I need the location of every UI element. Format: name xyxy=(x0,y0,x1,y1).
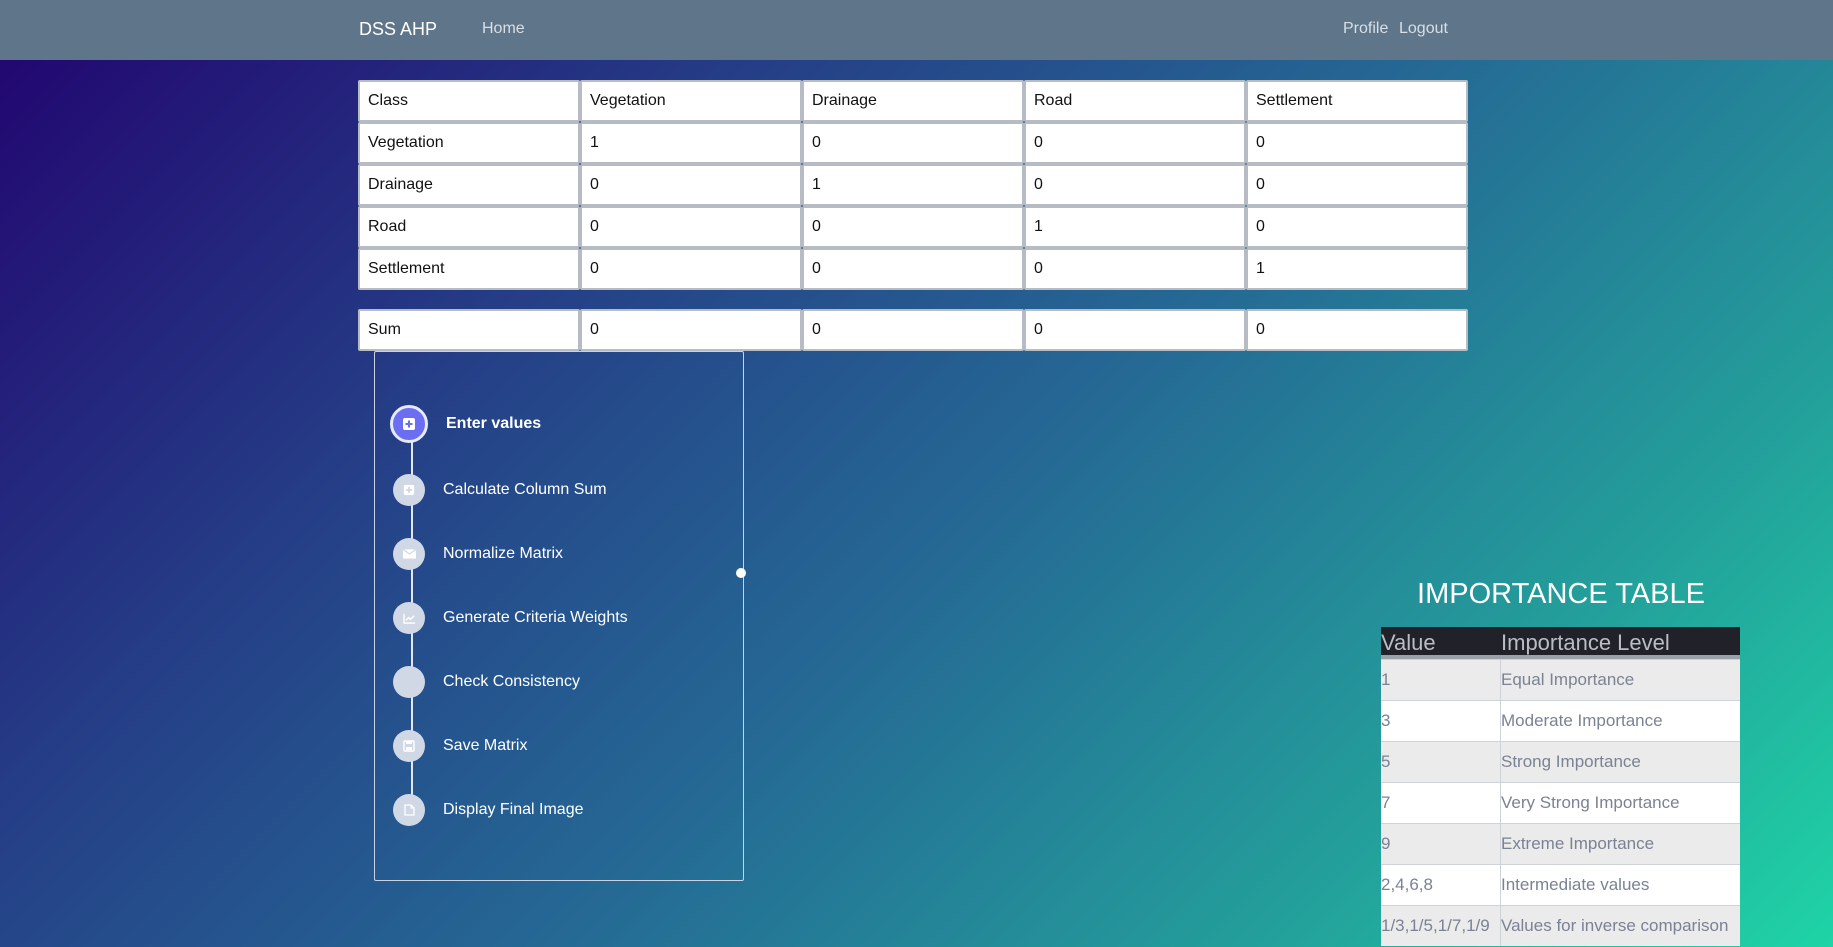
step-label: Calculate Column Sum xyxy=(443,481,607,498)
step-label: Check Consistency xyxy=(443,673,580,690)
chart-line-icon xyxy=(393,602,425,634)
comparison-matrix: Class Vegetation Drainage Road Settlemen… xyxy=(358,80,1470,290)
step-generate-criteria-weights[interactable]: Generate Criteria Weights xyxy=(393,601,628,635)
envelope-icon xyxy=(393,538,425,570)
image-icon xyxy=(393,794,425,826)
matrix-header-cell[interactable]: Settlement xyxy=(1246,80,1468,122)
sum-label-cell[interactable]: Sum xyxy=(358,309,580,351)
matrix-header-cell[interactable]: Class xyxy=(358,80,580,122)
nav-logout-link[interactable]: Logout xyxy=(1399,20,1448,38)
matrix-cell[interactable]: Settlement xyxy=(358,248,580,290)
matrix-sum-row: Sum 0 0 0 0 xyxy=(358,309,1468,351)
importance-level: Extreme Importance xyxy=(1501,834,1655,853)
nav-home-link[interactable]: Home xyxy=(482,20,525,38)
table-row: 9 Extreme Importance xyxy=(1381,823,1740,864)
table-row: 1 Equal Importance xyxy=(1381,659,1740,700)
matrix-cell[interactable]: Vegetation xyxy=(358,122,580,164)
workflow-stepper: Enter values Calculate Column Sum Normal… xyxy=(374,351,746,881)
importance-header-level: Importance Level xyxy=(1501,630,1670,655)
matrix-cell[interactable]: 0 xyxy=(1246,122,1468,164)
step-save-matrix[interactable]: Save Matrix xyxy=(393,729,527,763)
importance-value: 2,4,6,8 xyxy=(1381,865,1501,905)
importance-level: Equal Importance xyxy=(1501,670,1635,689)
importance-value: 1/3,1/5,1/7,1/9 xyxy=(1381,906,1501,946)
sum-cell[interactable]: 0 xyxy=(1246,309,1468,351)
step-calculate-column-sum[interactable]: Calculate Column Sum xyxy=(393,473,607,507)
table-row: 5 Strong Importance xyxy=(1381,741,1740,782)
matrix-cell[interactable]: 0 xyxy=(1024,164,1246,206)
matrix-cell[interactable]: 1 xyxy=(1246,248,1468,290)
importance-value: 7 xyxy=(1381,783,1501,823)
matrix-cell[interactable]: 0 xyxy=(1024,248,1246,290)
matrix-cell[interactable]: 0 xyxy=(802,206,1024,248)
matrix-header-cell[interactable]: Road xyxy=(1024,80,1246,122)
table-row: 3 Moderate Importance xyxy=(1381,700,1740,741)
navbar: DSS AHP Home Profile Logout xyxy=(0,0,1833,60)
matrix-cell[interactable]: 0 xyxy=(580,164,802,206)
importance-header-value: Value xyxy=(1381,630,1436,655)
matrix-cell[interactable]: 0 xyxy=(1246,164,1468,206)
matrix-cell[interactable]: Road xyxy=(358,206,580,248)
step-display-final-image[interactable]: Display Final Image xyxy=(393,793,584,827)
table-row: 2,4,6,8 Intermediate values xyxy=(1381,864,1740,905)
sum-cell[interactable]: 0 xyxy=(802,309,1024,351)
importance-level: Very Strong Importance xyxy=(1501,793,1680,812)
matrix-cell[interactable]: 0 xyxy=(802,248,1024,290)
importance-table-title: IMPORTANCE TABLE xyxy=(1417,578,1705,610)
step-label: Display Final Image xyxy=(443,801,584,818)
importance-value: 5 xyxy=(1381,742,1501,782)
nav-profile-link[interactable]: Profile xyxy=(1343,20,1388,38)
step-check-consistency[interactable]: Check Consistency xyxy=(393,665,580,699)
importance-table-header: Value Importance Level xyxy=(1381,627,1740,659)
importance-value: 9 xyxy=(1381,824,1501,864)
importance-value: 1 xyxy=(1381,660,1501,700)
resize-handle[interactable] xyxy=(736,568,746,578)
matrix-cell[interactable]: 0 xyxy=(802,122,1024,164)
step-label: Generate Criteria Weights xyxy=(443,609,628,626)
matrix-cell[interactable]: 1 xyxy=(802,164,1024,206)
matrix-row: Drainage 0 1 0 0 xyxy=(358,164,1470,206)
table-row: 1/3,1/5,1/7,1/9 Values for inverse compa… xyxy=(1381,905,1740,946)
matrix-row: Road 0 0 1 0 xyxy=(358,206,1470,248)
plus-square-icon xyxy=(390,405,428,443)
matrix-cell[interactable]: Drainage xyxy=(358,164,580,206)
step-enter-values[interactable]: Enter values xyxy=(390,405,542,443)
brand-logo[interactable]: DSS AHP xyxy=(359,19,437,40)
step-normalize-matrix[interactable]: Normalize Matrix xyxy=(393,537,563,571)
plus-square-icon xyxy=(393,474,425,506)
matrix-header-cell[interactable]: Drainage xyxy=(802,80,1024,122)
matrix-cell[interactable]: 1 xyxy=(1024,206,1246,248)
importance-level: Moderate Importance xyxy=(1501,711,1663,730)
sum-cell[interactable]: 0 xyxy=(580,309,802,351)
matrix-cell[interactable]: 0 xyxy=(1024,122,1246,164)
table-row: 7 Very Strong Importance xyxy=(1381,782,1740,823)
matrix-row: Settlement 0 0 0 1 xyxy=(358,248,1470,290)
step-label: Normalize Matrix xyxy=(443,545,564,562)
matrix-header-cell[interactable]: Vegetation xyxy=(580,80,802,122)
step-label: Save Matrix xyxy=(443,737,528,754)
matrix-cell[interactable]: 0 xyxy=(580,206,802,248)
matrix-cell[interactable]: 0 xyxy=(580,248,802,290)
importance-value: 3 xyxy=(1381,701,1501,741)
importance-level: Strong Importance xyxy=(1501,752,1641,771)
sum-cell[interactable]: 0 xyxy=(1024,309,1246,351)
importance-level: Intermediate values xyxy=(1501,875,1650,894)
blank-icon xyxy=(393,666,425,698)
importance-level: Values for inverse comparison xyxy=(1501,916,1729,935)
matrix-cell[interactable]: 1 xyxy=(580,122,802,164)
importance-table: Value Importance Level 1 Equal Importanc… xyxy=(1381,627,1740,946)
matrix-header-row: Class Vegetation Drainage Road Settlemen… xyxy=(358,80,1470,122)
matrix-cell[interactable]: 0 xyxy=(1246,206,1468,248)
save-icon xyxy=(393,730,425,762)
step-label: Enter values xyxy=(446,415,542,432)
matrix-row: Vegetation 1 0 0 0 xyxy=(358,122,1470,164)
